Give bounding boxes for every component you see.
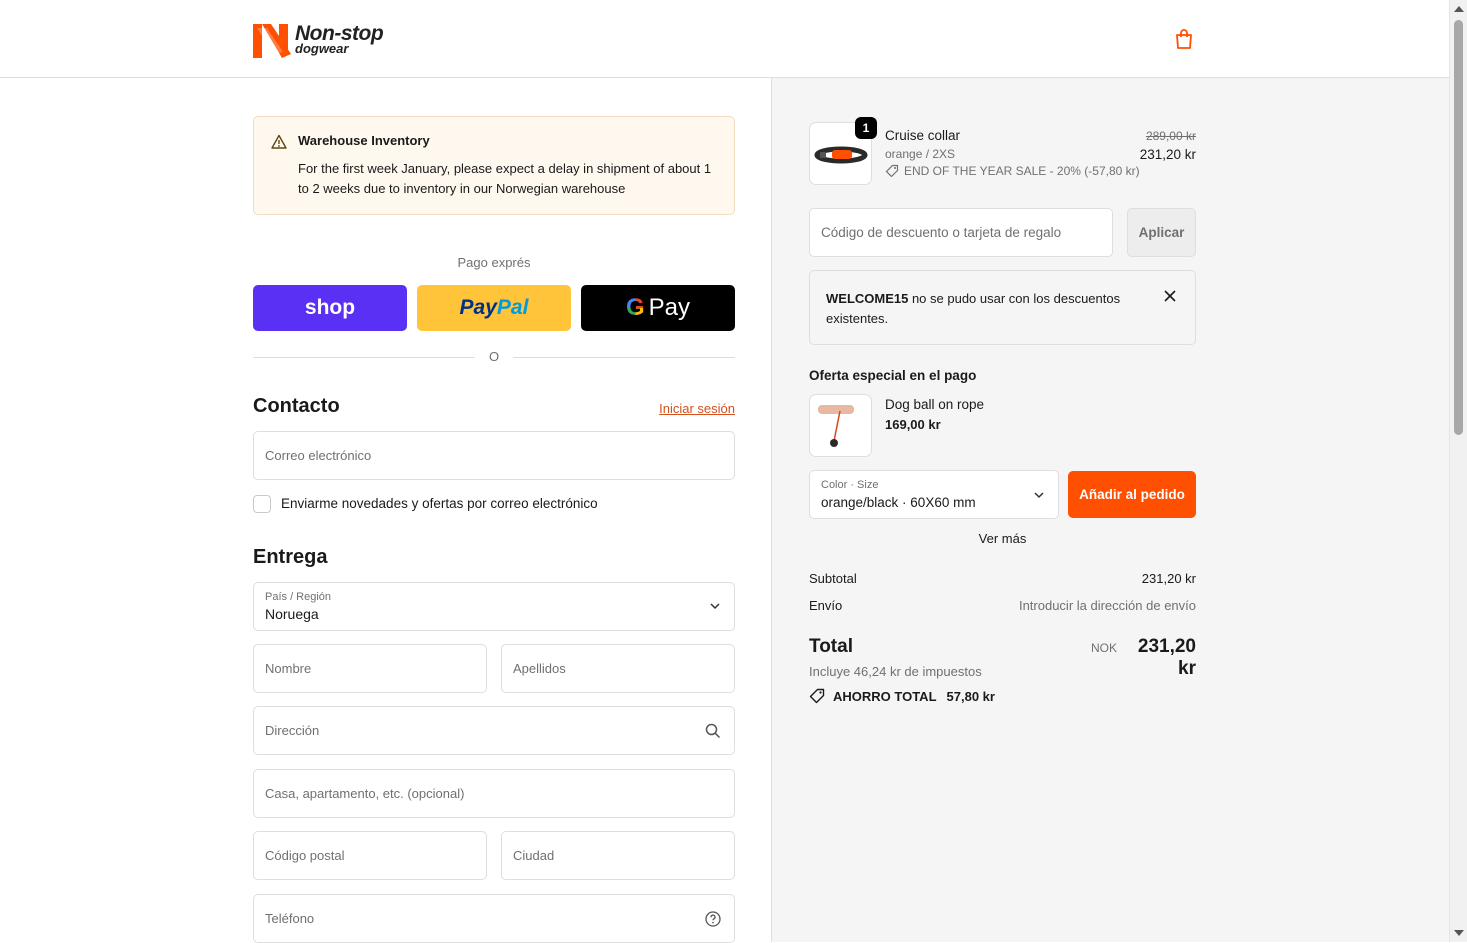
- contact-title: Contacto: [253, 395, 340, 417]
- newsletter-checkbox[interactable]: [253, 495, 271, 513]
- email-placeholder: Correo electrónico: [265, 448, 372, 463]
- scroll-up-arrow-icon[interactable]: [1454, 6, 1464, 12]
- see-more-link[interactable]: Ver más: [809, 531, 1196, 546]
- alert-text: WELCOME15 no se pudo usar con los descue…: [826, 289, 1136, 329]
- paypal-label-a: Pay: [459, 296, 497, 319]
- help-circle-icon[interactable]: [705, 911, 721, 927]
- logo-mark-icon: [253, 24, 291, 58]
- offer-variant-select[interactable]: Color · Size orange/black · 60X60 mm: [809, 470, 1059, 519]
- add-to-order-button[interactable]: Añadir al pedido: [1068, 471, 1196, 518]
- total-label: Total: [809, 636, 853, 657]
- page-scrollbar[interactable]: [1449, 0, 1467, 942]
- brand-logo[interactable]: Non-stop dogwear: [253, 19, 384, 59]
- dog-ball-image: [818, 405, 854, 447]
- shipping-label: Envío: [809, 598, 843, 613]
- total-value: 231,20 kr: [1137, 636, 1196, 679]
- warning-icon: [271, 134, 287, 149]
- subtotal-value: 231,20 kr: [1141, 571, 1196, 586]
- email-field[interactable]: Correo electrónico: [253, 431, 735, 480]
- apartment-placeholder: Casa, apartamento, etc. (opcional): [265, 786, 465, 801]
- country-value: Noruega: [265, 606, 319, 622]
- scrollbar-thumb[interactable]: [1454, 20, 1463, 435]
- apply-button[interactable]: Aplicar: [1127, 208, 1196, 257]
- chevron-down-icon: [1034, 492, 1044, 499]
- total-currency: NOK: [1090, 641, 1117, 655]
- offer-item-price: 169,00 kr: [885, 417, 941, 432]
- city-field[interactable]: Ciudad: [501, 831, 735, 880]
- country-label: País / Región: [265, 591, 332, 603]
- savings-value: 57,80 kr: [946, 688, 995, 704]
- address-placeholder: Dirección: [265, 723, 320, 738]
- shop-pay-label: shop: [304, 296, 356, 319]
- or-divider: O: [253, 349, 735, 367]
- discount-code-input[interactable]: Código de descuento o tarjeta de regalo: [809, 208, 1113, 257]
- shopping-bag-icon[interactable]: [1174, 28, 1194, 50]
- cart-item-variant: orange / 2XS: [885, 147, 956, 161]
- city-placeholder: Ciudad: [513, 848, 555, 863]
- cart-item-discount-text: END OF THE YEAR SALE - 20% (-57,80 kr): [904, 164, 1140, 178]
- tag-icon: [809, 688, 825, 704]
- delivery-title: Entrega: [253, 546, 328, 568]
- postal-code-field[interactable]: Código postal: [253, 831, 487, 880]
- total-savings: AHORRO TOTAL 57,80 kr: [809, 688, 995, 704]
- address-field[interactable]: Dirección: [253, 706, 735, 755]
- shop-pay-button[interactable]: shop: [253, 285, 407, 331]
- offer-item-name: Dog ball on rope: [885, 397, 985, 412]
- header: Non-stop dogwear: [0, 0, 1449, 78]
- last-name-placeholder: Apellidos: [513, 661, 566, 676]
- google-g-icon: G: [625, 294, 645, 321]
- google-pay-button[interactable]: G Pay: [581, 285, 735, 331]
- country-select[interactable]: País / Región Noruega: [253, 582, 735, 631]
- quantity-badge: 1: [855, 117, 877, 139]
- paypal-label-b: Pal: [496, 296, 529, 319]
- offer-item-image: [809, 394, 872, 457]
- express-checkout-label: Pago exprés: [457, 255, 531, 270]
- discount-code-placeholder: Código de descuento o tarjeta de regalo: [821, 225, 1062, 240]
- search-icon: [705, 723, 721, 739]
- scroll-down-arrow-icon[interactable]: [1454, 930, 1464, 936]
- phone-field[interactable]: Teléfono: [253, 894, 735, 943]
- subtotal-label: Subtotal: [809, 571, 857, 586]
- cart-item-name: Cruise collar: [885, 128, 961, 143]
- cart-item-discount: END OF THE YEAR SALE - 20% (-57,80 kr): [885, 164, 1140, 178]
- discount-error-alert: WELCOME15 no se pudo usar con los descue…: [809, 270, 1196, 345]
- first-name-placeholder: Nombre: [265, 661, 312, 676]
- cart-item-price: 231,20 kr: [1139, 147, 1196, 162]
- newsletter-label: Enviarme novedades y ofertas por correo …: [281, 496, 598, 511]
- tax-note: Incluye 46,24 kr de impuestos: [809, 664, 982, 679]
- close-icon[interactable]: [1163, 289, 1177, 303]
- apartment-field[interactable]: Casa, apartamento, etc. (opcional): [253, 769, 735, 818]
- alert-code: WELCOME15: [826, 291, 909, 306]
- phone-placeholder: Teléfono: [265, 911, 315, 926]
- inventory-notice: Warehouse Inventory For the first week J…: [253, 116, 735, 215]
- variant-select-label: Color · Size: [821, 479, 879, 491]
- notice-text: For the first week January, please expec…: [298, 161, 712, 196]
- postal-code-placeholder: Código postal: [265, 848, 345, 863]
- shipping-value: Introducir la dirección de envío: [1018, 598, 1196, 613]
- chevron-down-icon: [710, 603, 720, 610]
- cart-item-price-old: 289,00 kr: [1145, 129, 1196, 143]
- tag-icon: [885, 164, 899, 178]
- special-offer-title: Oferta especial en el pago: [809, 368, 977, 383]
- last-name-field[interactable]: Apellidos: [501, 644, 735, 693]
- variant-select-value: orange/black · 60X60 mm: [821, 495, 976, 510]
- paypal-button[interactable]: Pay Pal: [417, 285, 571, 331]
- login-link[interactable]: Iniciar sesión: [600, 401, 735, 416]
- notice-title: Warehouse Inventory: [298, 133, 430, 148]
- google-pay-label: Pay: [648, 294, 691, 321]
- or-text: O: [488, 349, 500, 364]
- savings-label: AHORRO TOTAL: [833, 688, 937, 704]
- first-name-field[interactable]: Nombre: [253, 644, 487, 693]
